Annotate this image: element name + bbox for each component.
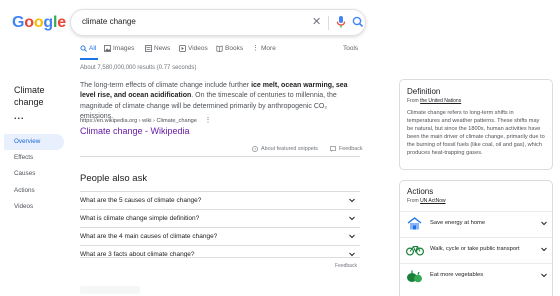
- more-dots-icon: ⋮: [252, 44, 259, 52]
- definition-card: Definition From the United Nations Clima…: [399, 79, 553, 170]
- chevron-down-icon: [541, 273, 547, 278]
- feedback-icon: [330, 146, 336, 152]
- tab-books[interactable]: Books: [216, 45, 243, 52]
- section-divider: [80, 156, 360, 157]
- chevron-down-icon: [541, 221, 547, 226]
- logo-letter: G: [12, 14, 25, 31]
- tab-videos[interactable]: Videos: [179, 45, 208, 52]
- search-divider: [328, 16, 329, 30]
- nav-item-actions[interactable]: Actions: [4, 183, 64, 199]
- help-icon: ?: [252, 146, 258, 152]
- action-item-label: Eat more vegetables: [430, 272, 484, 278]
- tab-news[interactable]: News: [145, 45, 170, 52]
- action-item-label: Save energy at home: [430, 220, 486, 226]
- action-item-label: Walk, cycle or take public transport: [430, 246, 520, 252]
- next-result-placeholder: [80, 286, 140, 294]
- tab-label: News: [154, 45, 171, 52]
- entity-title: Climate change: [14, 85, 45, 107]
- tab-label: Videos: [188, 45, 208, 52]
- microphone-icon[interactable]: [336, 15, 346, 34]
- paa-question[interactable]: What are 3 facts about climate change?: [80, 245, 360, 263]
- actions-card: Actions From UN ActNow Save energy at ho…: [399, 180, 553, 296]
- paa-question-text: What is climate change simple definition…: [80, 215, 200, 222]
- tab-label: Images: [113, 45, 135, 52]
- vegetables-icon: [407, 270, 422, 283]
- logo-letter: g: [43, 14, 53, 31]
- video-icon: [179, 45, 186, 52]
- definition-source: From the United Nations: [407, 98, 461, 104]
- nav-item-effects[interactable]: Effects: [4, 150, 64, 166]
- paa-question-text: What are the 5 causes of climate change?: [80, 197, 202, 204]
- action-item[interactable]: Eat more vegetables: [400, 263, 552, 288]
- action-item[interactable]: Walk, cycle or take public transport: [400, 237, 552, 262]
- paa-question[interactable]: What are the 5 causes of climate change?: [80, 191, 360, 209]
- actions-source-link[interactable]: UN ActNow: [420, 198, 446, 204]
- search-box[interactable]: climate change ✕: [70, 9, 366, 36]
- tools-button[interactable]: Tools: [343, 45, 358, 52]
- actions-heading: Actions: [407, 187, 434, 196]
- section-divider: [80, 257, 360, 258]
- nav-item-overview[interactable]: Overview: [4, 134, 64, 150]
- logo-letter: o: [33, 14, 44, 31]
- bicycle-icon: [406, 246, 424, 256]
- paa-feedback-link[interactable]: Feedback: [335, 263, 357, 269]
- definition-body: Climate change refers to long-term shift…: [407, 110, 545, 157]
- entity-nav: Overview Effects Causes Actions Videos: [4, 134, 64, 215]
- house-icon: [407, 217, 422, 230]
- definition-source-link[interactable]: the United Nations: [420, 98, 461, 104]
- search-icon[interactable]: [352, 15, 364, 34]
- feedback-link[interactable]: Feedback: [339, 146, 363, 152]
- chevron-down-icon: [349, 216, 355, 221]
- result-stats: About 7,580,000,000 results (0.77 second…: [80, 65, 197, 71]
- source-prefix: From: [407, 198, 421, 204]
- more-options-icon[interactable]: ...: [14, 111, 25, 121]
- logo-letter: o: [24, 14, 34, 31]
- tab-label: All: [89, 45, 97, 52]
- chevron-down-icon: [349, 198, 355, 203]
- snippet-footer: ? About featured snippets Feedback: [252, 146, 363, 152]
- tab-label: More: [261, 45, 276, 52]
- clear-icon[interactable]: ✕: [312, 15, 321, 28]
- paa-question-text: What are the 4 main causes of climate ch…: [80, 233, 218, 240]
- nav-item-causes[interactable]: Causes: [4, 166, 64, 182]
- tab-images[interactable]: Images: [104, 45, 134, 52]
- nav-item-videos[interactable]: Videos: [4, 199, 64, 215]
- actions-source: From UN ActNow: [407, 198, 446, 204]
- paa-heading: People also ask: [80, 173, 148, 184]
- active-tab-indicator: [80, 58, 98, 60]
- result-link[interactable]: Climate change - Wikipedia: [80, 126, 190, 136]
- definition-heading: Definition: [407, 87, 441, 96]
- action-item[interactable]: Save energy at home: [400, 211, 552, 236]
- snippet-text: The long-term effects of climate change …: [80, 82, 252, 89]
- chevron-down-icon: [349, 234, 355, 239]
- source-url-text: https://en.wikipedia.org › wiki › Climat…: [80, 118, 197, 124]
- news-icon: [145, 45, 152, 52]
- book-icon: [216, 45, 223, 52]
- image-icon: [104, 45, 111, 52]
- search-icon: [80, 45, 87, 52]
- more-options-icon[interactable]: ⋮: [204, 117, 211, 124]
- paa-question[interactable]: What are the 4 main causes of climate ch…: [80, 227, 360, 245]
- google-logo[interactable]: Google: [12, 14, 66, 32]
- logo-letter: e: [57, 14, 66, 31]
- chevron-down-icon: [541, 247, 547, 252]
- about-snippets-link[interactable]: About featured snippets: [261, 146, 318, 152]
- paa-question[interactable]: What is climate change simple definition…: [80, 209, 360, 227]
- tab-label: Books: [225, 45, 244, 52]
- search-input[interactable]: climate change: [82, 17, 136, 26]
- source-prefix: From: [407, 98, 421, 104]
- tab-more[interactable]: ⋮ More: [252, 44, 276, 53]
- source-url[interactable]: https://en.wikipedia.org › wiki › Climat…: [80, 116, 211, 124]
- tab-all[interactable]: All: [80, 45, 96, 52]
